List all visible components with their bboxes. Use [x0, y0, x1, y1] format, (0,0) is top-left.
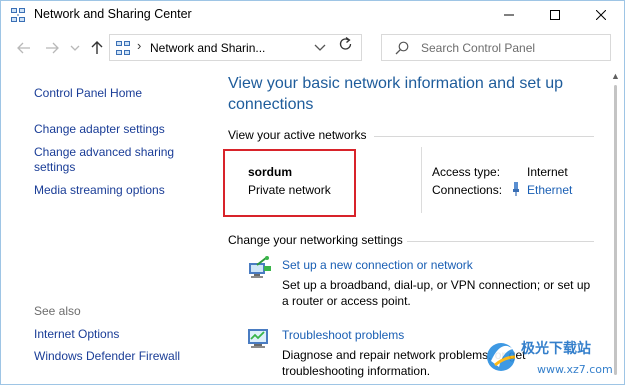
address-bar[interactable]: › Network and Sharin... — [109, 34, 362, 61]
see-also-heading: See also — [34, 304, 81, 318]
maximize-icon — [550, 10, 560, 20]
troubleshoot-problems-link[interactable]: Troubleshoot problems — [282, 328, 404, 342]
control-panel-home-link[interactable]: Control Panel Home — [34, 86, 142, 101]
window: Network and Sharing Center › Network and… — [0, 0, 625, 385]
watermark-url: www.xz7.com — [537, 363, 613, 376]
access-type-value: Internet — [527, 165, 568, 179]
up-arrow-icon — [91, 41, 103, 54]
access-type-label: Access type: — [432, 165, 501, 179]
page-title-line-1: View your basic network information and … — [228, 75, 563, 92]
page-title-line-2: connections — [228, 96, 314, 113]
change-adapter-settings-link[interactable]: Change adapter settings — [34, 122, 165, 137]
change-advanced-sharing-link[interactable]: Change advanced sharing — [34, 145, 174, 160]
new-connection-icon — [249, 256, 271, 278]
minimize-button[interactable] — [486, 1, 532, 29]
minimize-icon — [504, 14, 514, 16]
divider — [407, 241, 594, 242]
back-arrow-icon — [17, 42, 30, 54]
back-button[interactable] — [14, 38, 34, 58]
title-bar[interactable]: Network and Sharing Center — [1, 1, 624, 29]
windows-defender-firewall-link[interactable]: Windows Defender Firewall — [34, 349, 180, 364]
maximize-button[interactable] — [532, 1, 578, 29]
media-streaming-options-link[interactable]: Media streaming options — [34, 183, 165, 198]
page-title: View your basic network information and … — [228, 73, 588, 115]
description-line: Set up a broadband, dial-up, or VPN conn… — [282, 278, 591, 292]
network-center-icon — [11, 8, 25, 22]
network-name: sordum — [248, 165, 293, 179]
divider — [374, 136, 594, 137]
ethernet-icon — [513, 182, 519, 196]
set-up-new-connection-link[interactable]: Set up a new connection or network — [282, 258, 473, 272]
connections-label: Connections: — [432, 183, 503, 197]
search-icon — [395, 41, 409, 55]
chevron-down-icon — [70, 45, 80, 51]
recent-locations-button[interactable] — [65, 38, 85, 58]
close-icon — [596, 10, 606, 20]
navigation-bar: › Network and Sharin... Search Control P… — [1, 29, 624, 67]
active-networks-heading: View your active networks — [228, 128, 367, 142]
close-button[interactable] — [578, 1, 624, 29]
watermark-logo: 极光下载站 www.xz7.com — [487, 340, 613, 376]
search-input[interactable]: Search Control Panel — [421, 41, 535, 55]
up-button[interactable] — [87, 38, 107, 58]
breadcrumb-separator[interactable]: › — [137, 38, 141, 53]
description-line: a router or access point. — [282, 294, 411, 308]
forward-button[interactable] — [42, 38, 62, 58]
troubleshoot-icon — [248, 329, 268, 348]
window-title: Network and Sharing Center — [34, 7, 192, 21]
search-box[interactable]: Search Control Panel — [381, 34, 611, 61]
new-connection-description: Set up a broadband, dial-up, or VPN conn… — [282, 277, 597, 309]
watermark-brand: 极光下载站 — [521, 340, 591, 357]
address-dropdown-icon[interactable] — [313, 42, 327, 54]
scroll-up-icon[interactable]: ▲ — [611, 71, 620, 81]
internet-options-link[interactable]: Internet Options — [34, 327, 119, 342]
forward-arrow-icon — [46, 42, 59, 54]
network-type: Private network — [248, 183, 331, 197]
network-divider — [421, 147, 422, 213]
breadcrumb[interactable]: Network and Sharin... — [150, 41, 265, 55]
ethernet-connection-link[interactable]: Ethernet — [527, 183, 572, 197]
change-settings-heading: Change your networking settings — [228, 233, 403, 247]
control-panel-icon — [116, 41, 130, 55]
change-advanced-sharing-link-cont[interactable]: settings — [34, 160, 75, 175]
refresh-icon[interactable] — [337, 36, 355, 52]
